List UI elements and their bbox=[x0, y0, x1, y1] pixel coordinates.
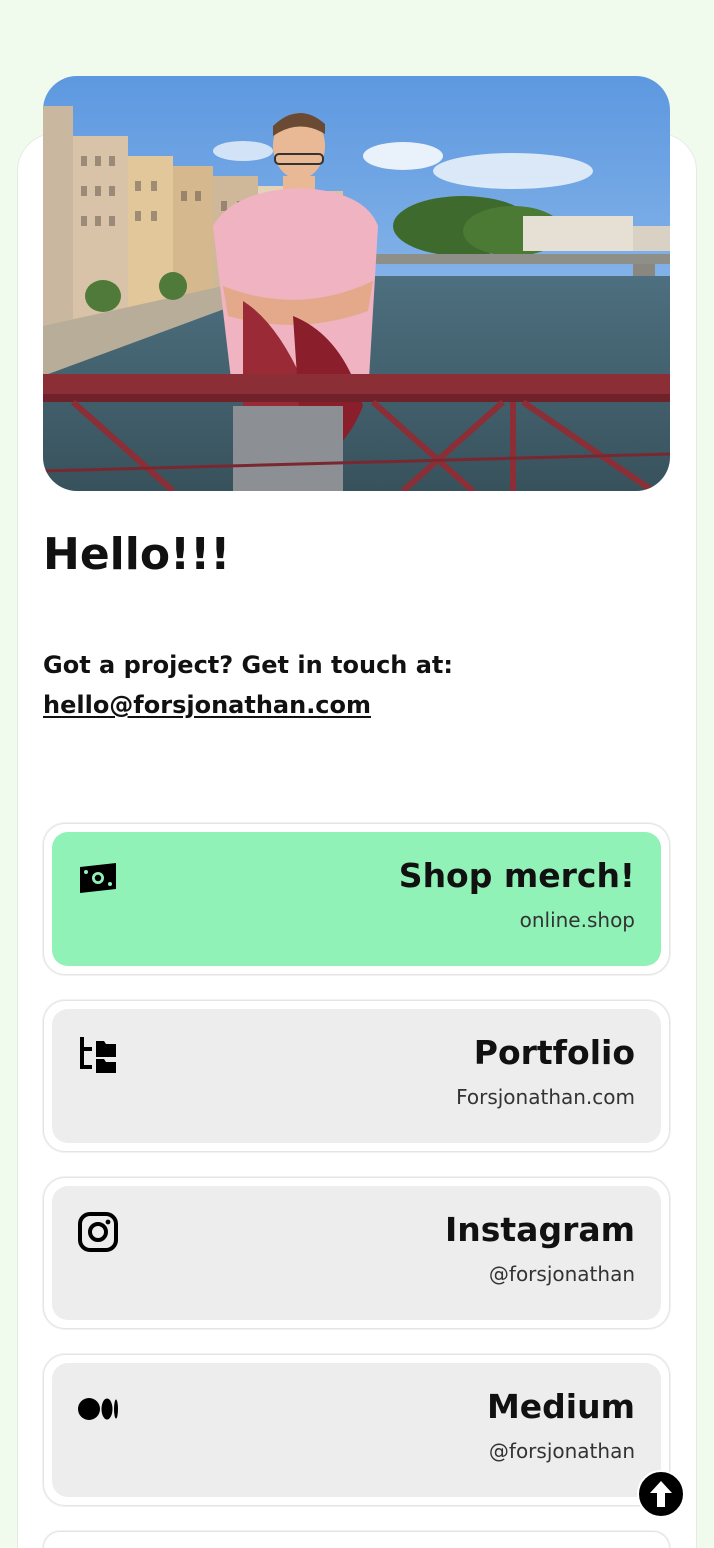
link-card-next[interactable] bbox=[43, 1531, 670, 1548]
contact-prompt: Got a project? Get in touch at: bbox=[43, 651, 454, 679]
link-card-portfolio[interactable]: Portfolio Forsjonathan.com bbox=[43, 1000, 670, 1152]
link-card-instagram-inner: Instagram @forsjonathan bbox=[52, 1186, 661, 1320]
medium-icon bbox=[78, 1389, 118, 1429]
profile-photo bbox=[43, 76, 670, 491]
link-card-instagram[interactable]: Instagram @forsjonathan bbox=[43, 1177, 670, 1329]
page: Hello!!! Got a project? Get in touch at:… bbox=[0, 0, 714, 1548]
link-title: Instagram bbox=[444, 1210, 635, 1249]
link-subtitle: Forsjonathan.com bbox=[456, 1085, 635, 1109]
link-subtitle: @forsjonathan bbox=[488, 1439, 635, 1463]
link-card-medium[interactable]: Medium @forsjonathan bbox=[43, 1354, 670, 1506]
scroll-to-top-button[interactable] bbox=[637, 1470, 685, 1518]
email-link[interactable]: hello@forsjonathan.com bbox=[43, 691, 371, 719]
arrow-up-icon bbox=[639, 1481, 683, 1520]
contact-block: Got a project? Get in touch at: hello@fo… bbox=[43, 645, 453, 725]
instagram-icon bbox=[78, 1212, 118, 1252]
link-card-shop[interactable]: Shop merch! online.shop bbox=[43, 823, 670, 975]
link-title: Medium bbox=[486, 1387, 635, 1426]
link-title: Shop merch! bbox=[398, 856, 635, 895]
link-card-medium-inner: Medium @forsjonathan bbox=[52, 1363, 661, 1497]
greeting-heading: Hello!!! bbox=[43, 529, 231, 580]
money-icon bbox=[78, 858, 118, 898]
link-subtitle: @forsjonathan bbox=[488, 1262, 635, 1286]
folder-tree-icon bbox=[78, 1035, 118, 1075]
link-subtitle: online.shop bbox=[519, 908, 635, 932]
link-title: Portfolio bbox=[473, 1033, 635, 1072]
link-card-portfolio-inner: Portfolio Forsjonathan.com bbox=[52, 1009, 661, 1143]
link-card-shop-inner: Shop merch! online.shop bbox=[52, 832, 661, 966]
